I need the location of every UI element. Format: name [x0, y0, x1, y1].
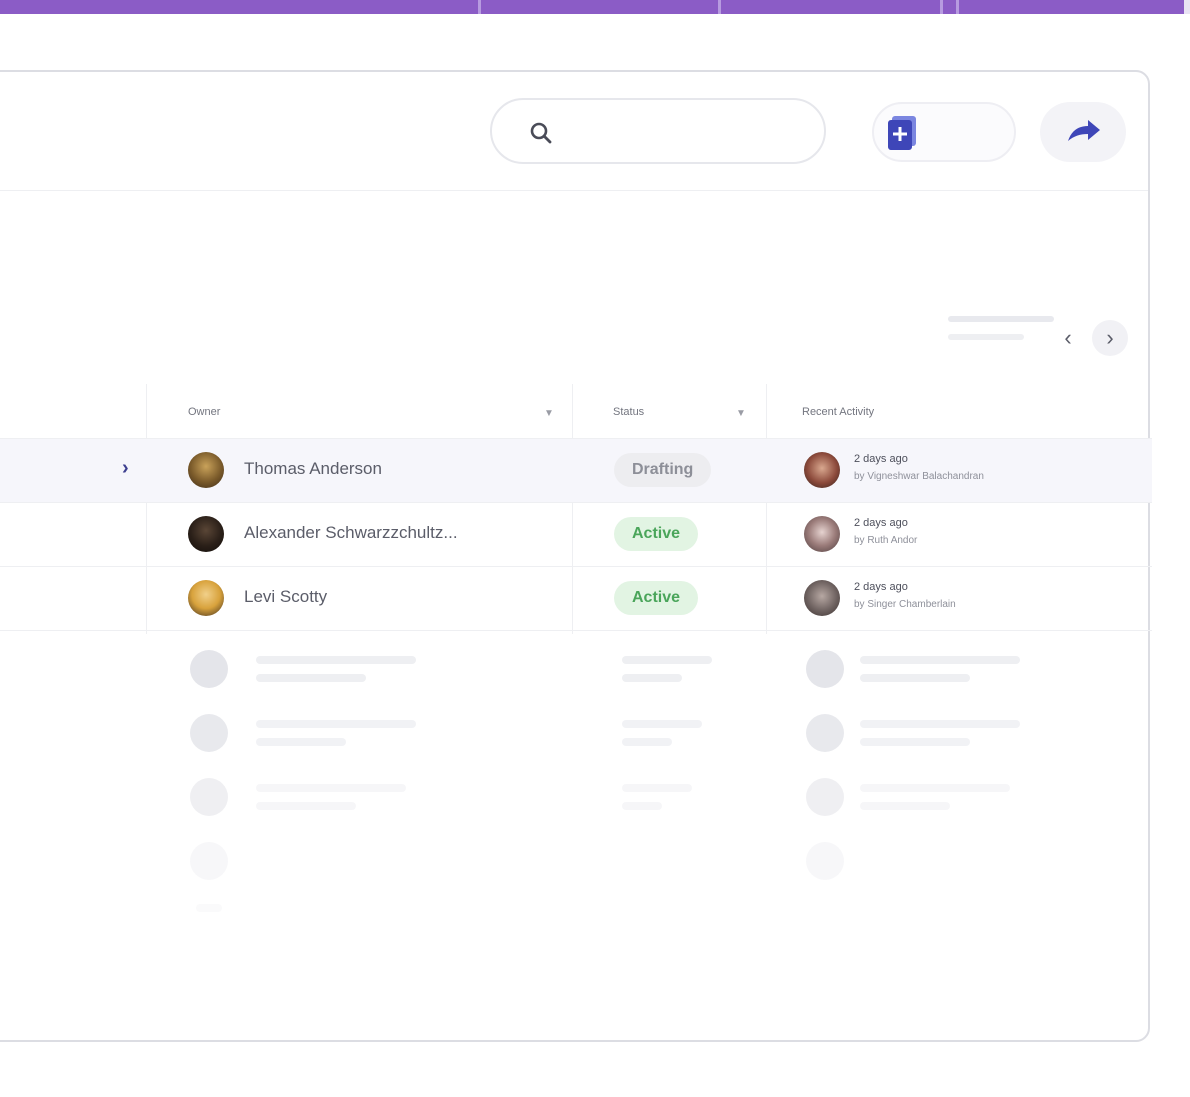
nav-edge	[1184, 0, 1190, 14]
chevron-right-icon: ›	[1106, 325, 1114, 350]
new-document-button[interactable]	[872, 102, 1016, 162]
nav-divider	[956, 0, 959, 14]
activity-user: by Singer Chamberlain	[854, 599, 956, 610]
table-row[interactable]: Alexander Schwarzzchultz... Active 2 day…	[0, 502, 1152, 566]
new-document-icon	[888, 116, 916, 150]
nav-divider	[478, 0, 481, 14]
pagination-info	[948, 316, 1054, 340]
avatar	[804, 580, 840, 616]
avatar	[804, 452, 840, 488]
status-badge: Active	[614, 581, 699, 615]
share-button[interactable]	[1040, 102, 1126, 162]
activity-time: 2 days ago	[854, 581, 908, 593]
top-nav-bar	[0, 0, 1190, 14]
search-icon	[530, 122, 552, 144]
card-header	[0, 72, 1148, 191]
documents-card: ‹ › Owner ▼ Status ▼ Recent Activity › T…	[0, 70, 1152, 1042]
share-icon	[1068, 120, 1100, 141]
table-row[interactable]: › Thomas Anderson Drafting 2 days ago by…	[0, 438, 1152, 502]
status-badge: Drafting	[614, 453, 712, 487]
status-filter-icon[interactable]: ▼	[736, 408, 746, 419]
chevron-left-icon: ‹	[1064, 325, 1072, 350]
activity-user: by Ruth Andor	[854, 535, 918, 546]
search-box[interactable]	[490, 98, 826, 164]
next-page-button[interactable]: ›	[1092, 320, 1128, 356]
avatar	[188, 452, 224, 488]
nav-divider	[940, 0, 943, 14]
avatar	[188, 580, 224, 616]
column-header-recent-activity[interactable]: Recent Activity	[802, 406, 874, 418]
status-badge: Active	[614, 517, 699, 551]
owner-name: Thomas Anderson	[244, 459, 382, 478]
row-divider	[0, 630, 1152, 631]
activity-time: 2 days ago	[854, 517, 908, 529]
previous-page-button[interactable]: ‹	[1050, 320, 1086, 356]
chevron-right-icon[interactable]: ›	[122, 457, 129, 480]
nav-divider	[718, 0, 721, 14]
owner-name: Alexander Schwarzzchultz...	[244, 523, 458, 542]
avatar	[188, 516, 224, 552]
column-header-owner[interactable]: Owner	[188, 406, 220, 418]
owner-name: Levi Scotty	[244, 587, 328, 606]
owner-filter-icon[interactable]: ▼	[544, 408, 554, 419]
activity-user: by Vigneshwar Balachandran	[854, 471, 984, 482]
table-row[interactable]: Levi Scotty Active 2 days ago by Singer …	[0, 566, 1152, 630]
activity-time: 2 days ago	[854, 453, 908, 465]
column-header-status[interactable]: Status	[613, 406, 644, 418]
search-input[interactable]	[588, 118, 792, 150]
avatar	[804, 516, 840, 552]
